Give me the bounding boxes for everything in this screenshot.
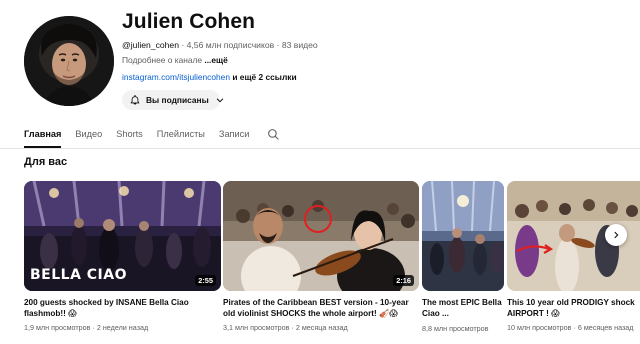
video-thumbnail[interactable] [422,181,504,291]
video-thumbnail[interactable]: BELLA CIAO 2:55 [24,181,221,291]
video-duration: 2:16 [393,275,414,286]
tab-playlists[interactable]: Плейлисты [157,120,205,148]
about-text: Подробнее о канале [122,55,205,65]
video-meta: 10 млн просмотров · 6 месяцев назад [507,323,634,332]
video-card[interactable]: 2:16 Pirates of the Caribbean BEST versi… [223,181,419,332]
video-thumbnail[interactable]: 2:16 [223,181,419,291]
tab-home[interactable]: Главная [24,120,62,148]
video-meta: 1,9 млн просмотров · 2 недели назад [24,323,149,332]
video-title[interactable]: 200 guests shocked by INSANE Bella Ciao … [24,297,221,319]
subscribed-button[interactable]: Вы подписаны [122,90,224,110]
channel-stats: · 4,56 млн подписчиков · 83 видео [178,40,318,50]
video-meta: 8,8 млн просмотров [422,324,489,333]
video-card[interactable]: The most EPIC Bella Ciao ... 8,8 млн про… [422,181,504,334]
subscribed-label: Вы подписаны [146,95,209,105]
instagram-link[interactable]: instagram.com/itsjuliencohen [122,72,230,82]
channel-tabs: Главная Видео Shorts Плейлисты Записи [24,120,280,148]
video-duration: 2:55 [195,275,216,286]
channel-links: instagram.com/itsjuliencohen и ещё 2 ссы… [122,72,297,82]
video-title[interactable]: This 10 year old PRODIGY shock AIRPORT !… [507,297,640,319]
video-meta: 3,1 млн просмотров · 2 месяца назад [223,323,348,332]
channel-avatar[interactable] [24,16,114,106]
video-card[interactable]: This 10 year old PRODIGY shock AIRPORT !… [507,181,640,332]
bell-icon [130,95,140,105]
video-title[interactable]: Pirates of the Caribbean BEST version - … [223,297,419,319]
about-more-link[interactable]: ...ещё [204,55,227,65]
video-card[interactable]: BELLA CIAO 2:55 200 guests shocked by IN… [24,181,221,332]
tab-posts[interactable]: Записи [219,120,250,148]
shelf-next-button[interactable] [605,224,627,246]
tab-shorts[interactable]: Shorts [116,120,143,148]
chevron-down-icon [216,98,224,103]
chevron-right-icon [614,231,619,239]
channel-description[interactable]: Подробнее о канале ...ещё [122,55,228,65]
section-title: Для вас [24,156,68,168]
more-links-link[interactable]: и ещё 2 ссылки [230,72,296,82]
video-title[interactable]: The most EPIC Bella Ciao ... [422,297,504,319]
channel-name: Julien Cohen [122,10,256,33]
tabs-divider [0,148,640,149]
tab-videos[interactable]: Видео [75,120,102,148]
channel-meta: @julien_cohen · 4,56 млн подписчиков · 8… [122,40,318,50]
thumbnail-overlay-text: BELLA CIAO [30,267,128,283]
search-icon[interactable] [267,128,280,141]
channel-handle: @julien_cohen [122,40,179,50]
